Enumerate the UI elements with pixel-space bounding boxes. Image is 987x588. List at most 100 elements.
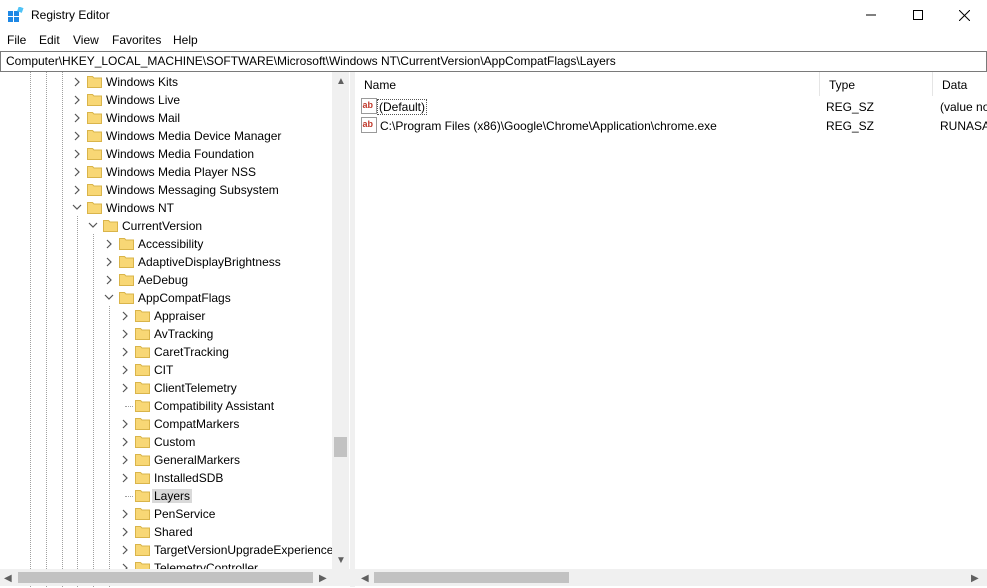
- tree-node[interactable]: CaretTracking: [0, 343, 332, 361]
- scroll-right-icon[interactable]: ▶: [319, 573, 327, 584]
- chevron-right-icon[interactable]: [72, 163, 82, 181]
- tree-node[interactable]: CurrentVersion: [0, 217, 332, 235]
- value-type: REG_SZ: [826, 100, 875, 114]
- tree-node[interactable]: Accessibility: [0, 235, 332, 253]
- tree-node[interactable]: Appraiser: [0, 307, 332, 325]
- list-horizontal-scroll-thumb[interactable]: [374, 572, 569, 583]
- chevron-right-icon[interactable]: [72, 145, 82, 163]
- menu-edit[interactable]: Edit: [39, 33, 60, 47]
- chevron-right-icon[interactable]: [104, 271, 114, 289]
- value-row[interactable]: ab (Default) REG_SZ (value no: [355, 97, 987, 116]
- menu-favorites[interactable]: Favorites: [112, 33, 161, 47]
- tree-guide-line: [125, 406, 133, 407]
- tree-node[interactable]: GeneralMarkers: [0, 451, 332, 469]
- tree-node[interactable]: Windows Media Foundation: [0, 145, 332, 163]
- chevron-right-icon[interactable]: [120, 307, 130, 325]
- tree-node[interactable]: Windows Kits: [0, 73, 332, 91]
- tree-node[interactable]: AppCompatFlags: [0, 289, 332, 307]
- tree-node[interactable]: AeDebug: [0, 271, 332, 289]
- column-header-type[interactable]: Type: [820, 72, 933, 96]
- menu-help[interactable]: Help: [173, 33, 198, 47]
- chevron-right-icon[interactable]: [120, 505, 130, 523]
- menu-file[interactable]: File: [7, 33, 26, 47]
- tree-node[interactable]: Windows NT: [0, 199, 332, 217]
- tree-node-label: Windows Media Foundation: [106, 147, 255, 161]
- tree-node[interactable]: ClientTelemetry: [0, 379, 332, 397]
- tree-node[interactable]: AdaptiveDisplayBrightness: [0, 253, 332, 271]
- tree-node[interactable]: InstalledSDB: [0, 469, 332, 487]
- tree-node[interactable]: CompatMarkers: [0, 415, 332, 433]
- chevron-right-icon[interactable]: [120, 469, 130, 487]
- folder-icon: [135, 490, 150, 502]
- tree-vertical-scroll-thumb[interactable]: [334, 437, 347, 457]
- folder-icon: [135, 400, 150, 412]
- scroll-right-icon[interactable]: ▶: [971, 573, 979, 584]
- folder-icon: [135, 346, 150, 358]
- tree-node[interactable]: Custom: [0, 433, 332, 451]
- folder-icon: [87, 184, 102, 196]
- tree-node[interactable]: Windows Live: [0, 91, 332, 109]
- chevron-right-icon[interactable]: [72, 109, 82, 127]
- tree-node[interactable]: PenService: [0, 505, 332, 523]
- scroll-down-icon[interactable]: ▼: [336, 555, 346, 566]
- tree-node-label: Windows Media Player NSS: [106, 165, 257, 179]
- chevron-right-icon[interactable]: [120, 415, 130, 433]
- values-list-pane[interactable]: Name Type Data ab (Default) REG_SZ (valu…: [355, 72, 987, 587]
- tree-node[interactable]: Windows Mail: [0, 109, 332, 127]
- scroll-left-icon[interactable]: ◀: [4, 573, 12, 584]
- folder-icon: [135, 328, 150, 340]
- tree-node[interactable]: Shared: [0, 523, 332, 541]
- tree-node[interactable]: CIT: [0, 361, 332, 379]
- chevron-right-icon[interactable]: [72, 73, 82, 91]
- chevron-right-icon[interactable]: [120, 541, 130, 559]
- chevron-right-icon[interactable]: [120, 451, 130, 469]
- chevron-right-icon[interactable]: [120, 433, 130, 451]
- column-header-data[interactable]: Data: [933, 72, 987, 96]
- tree-node-label: Compatibility Assistant: [154, 399, 275, 413]
- tree-node[interactable]: Compatibility Assistant: [0, 397, 332, 415]
- value-row[interactable]: ab C:\Program Files (x86)\Google\Chrome\…: [355, 116, 987, 135]
- chevron-down-icon[interactable]: [104, 289, 114, 307]
- tree-node[interactable]: Windows Messaging Subsystem: [0, 181, 332, 199]
- tree-node[interactable]: Windows Media Device Manager: [0, 127, 332, 145]
- tree-guide-line: [125, 496, 133, 497]
- chevron-right-icon[interactable]: [120, 325, 130, 343]
- chevron-right-icon[interactable]: [120, 523, 130, 541]
- chevron-down-icon[interactable]: [72, 199, 82, 217]
- chevron-right-icon[interactable]: [104, 235, 114, 253]
- chevron-right-icon[interactable]: [72, 181, 82, 199]
- tree-node-label: AdaptiveDisplayBrightness: [138, 255, 281, 269]
- minimize-button[interactable]: [848, 0, 894, 30]
- chevron-down-icon[interactable]: [88, 217, 98, 235]
- folder-icon: [135, 472, 150, 484]
- chevron-right-icon[interactable]: [120, 379, 130, 397]
- tree-node-label: Windows Messaging Subsystem: [106, 183, 279, 197]
- folder-icon: [103, 220, 118, 232]
- chevron-right-icon[interactable]: [72, 127, 82, 145]
- string-value-icon: ab: [361, 98, 377, 114]
- tree-node-label: Windows Mail: [106, 111, 181, 125]
- key-tree-pane[interactable]: Windows Kits Windows Live Windows Mail Wind…: [0, 72, 351, 587]
- tree-vertical-scrollbar[interactable]: [332, 72, 349, 569]
- scroll-up-icon[interactable]: ▲: [336, 76, 346, 87]
- chevron-right-icon[interactable]: [104, 253, 114, 271]
- tree-horizontal-scroll-thumb[interactable]: [18, 572, 313, 583]
- chevron-right-icon[interactable]: [120, 361, 130, 379]
- maximize-button[interactable]: [895, 0, 941, 30]
- chevron-right-icon[interactable]: [120, 343, 130, 361]
- close-button[interactable]: [941, 0, 987, 30]
- tree-node[interactable]: Layers: [0, 487, 332, 505]
- string-value-icon: ab: [361, 117, 377, 133]
- chevron-right-icon[interactable]: [72, 91, 82, 109]
- tree-node[interactable]: AvTracking: [0, 325, 332, 343]
- tree-node-label: GeneralMarkers: [154, 453, 241, 467]
- scroll-left-icon[interactable]: ◀: [361, 573, 369, 584]
- tree-node[interactable]: TargetVersionUpgradeExperienceIr: [0, 541, 341, 559]
- tree-node[interactable]: Windows Media Player NSS: [0, 163, 332, 181]
- address-bar[interactable]: Computer\HKEY_LOCAL_MACHINE\SOFTWARE\Mic…: [0, 51, 987, 72]
- column-header-name[interactable]: Name: [355, 72, 820, 96]
- value-name: (Default): [377, 99, 428, 115]
- menu-view[interactable]: View: [73, 33, 99, 47]
- tree-node-label: CurrentVersion: [122, 219, 203, 233]
- folder-icon: [87, 166, 102, 178]
